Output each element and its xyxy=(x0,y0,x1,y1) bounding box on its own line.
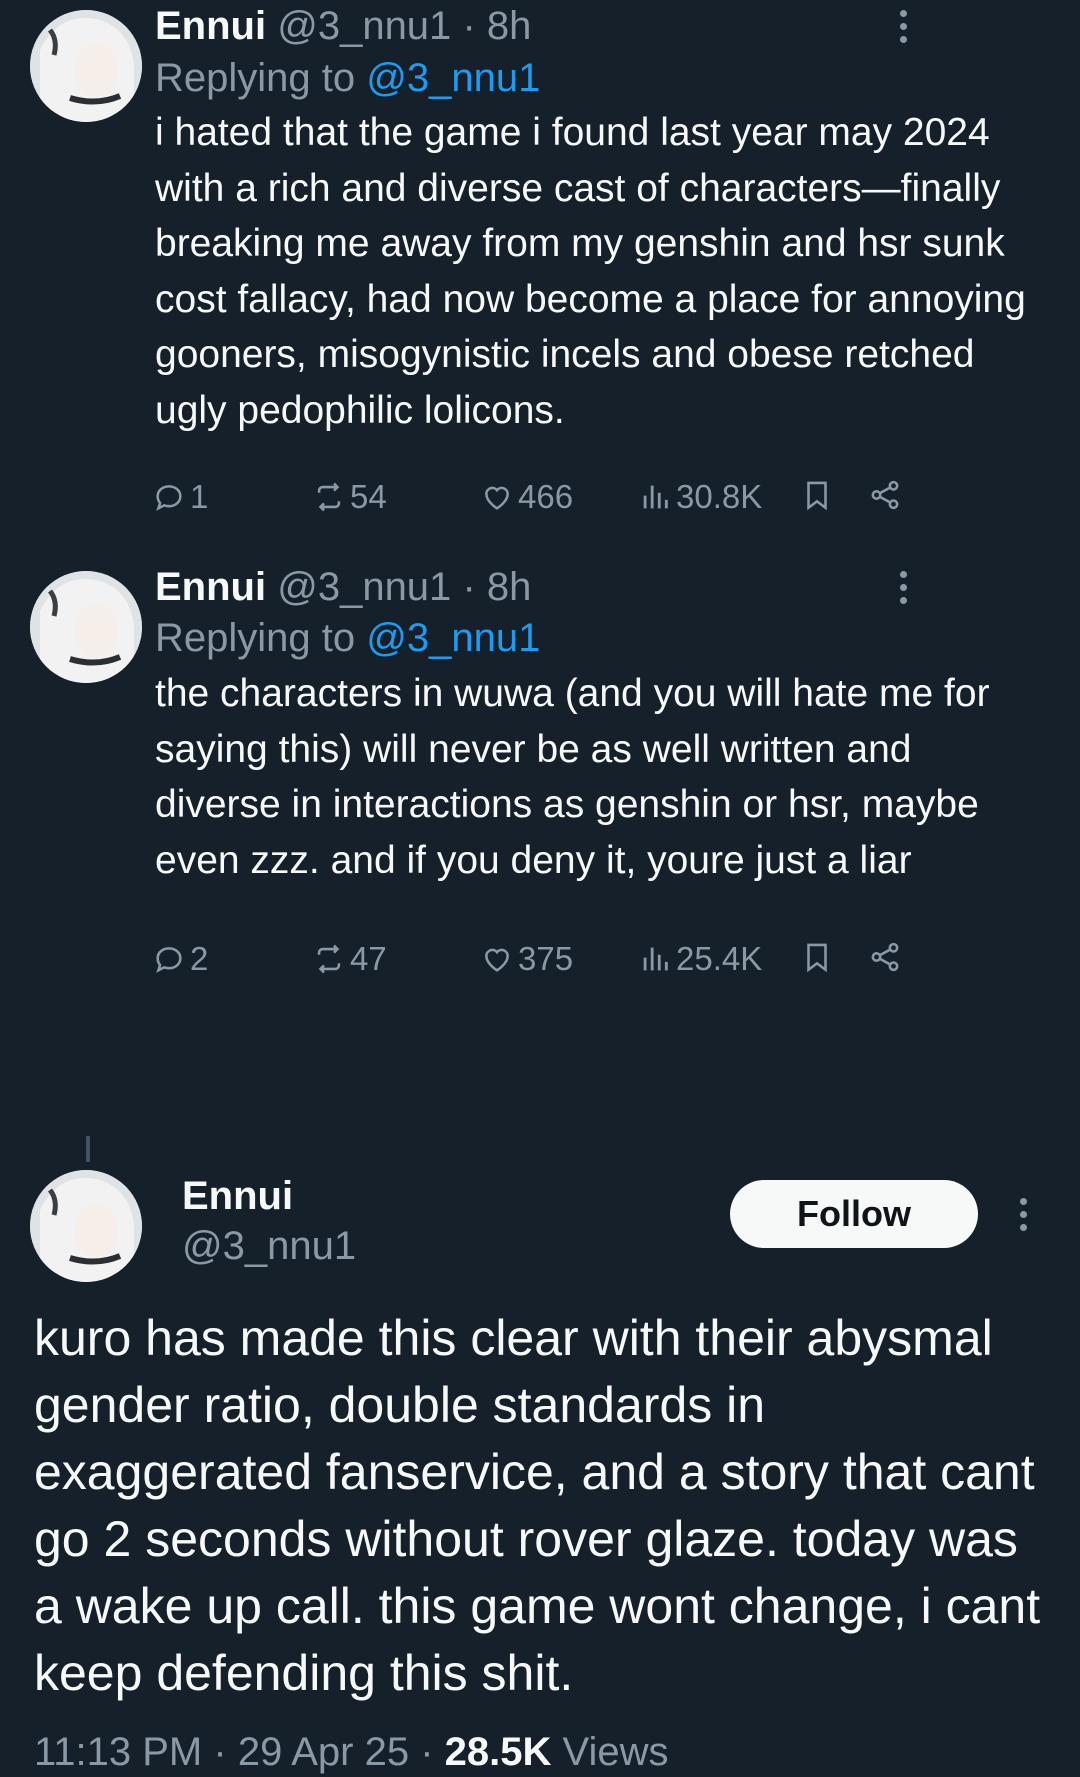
avatar[interactable] xyxy=(30,1170,142,1282)
repost-button[interactable]: 54 xyxy=(312,478,387,516)
replying-to-handle[interactable]: @3_nnu1 xyxy=(366,56,540,100)
views-button[interactable]: 25.4K xyxy=(638,940,762,978)
replying-to: Replying to @3_nnu1 xyxy=(155,56,540,101)
share-button[interactable] xyxy=(868,940,906,974)
tweet-date[interactable]: 29 Apr 25 xyxy=(238,1730,409,1774)
like-button[interactable]: 375 xyxy=(480,940,573,978)
avatar[interactable] xyxy=(30,571,142,683)
tweet-text: the characters in wuwa (and you will hat… xyxy=(155,672,990,882)
author-handle[interactable]: @3_nnu1 xyxy=(182,1224,356,1269)
views-count: 30.8K xyxy=(676,478,763,515)
analytics-icon xyxy=(643,947,668,971)
like-button[interactable]: 466 xyxy=(480,478,573,516)
replying-to-handle[interactable]: @3_nnu1 xyxy=(366,616,540,660)
replying-to-label: Replying to xyxy=(155,616,367,660)
avatar-image xyxy=(30,571,142,683)
author-handle[interactable]: @3_nnu1 xyxy=(277,565,451,609)
more-icon[interactable] xyxy=(1020,1198,1030,1237)
author-handle[interactable]: @3_nnu1 xyxy=(277,4,451,48)
tweet-time[interactable]: 11:13 PM xyxy=(34,1730,202,1774)
analytics-icon xyxy=(643,485,668,509)
repost-icon xyxy=(317,944,341,974)
tweet-meta: 11:13 PM · 29 Apr 25 · 28.5K Views xyxy=(34,1730,669,1775)
repost-count: 54 xyxy=(350,478,387,515)
reply-button[interactable]: 2 xyxy=(152,940,208,978)
heart-icon xyxy=(485,948,509,972)
repost-icon xyxy=(317,482,341,512)
author-name[interactable]: Ennui xyxy=(182,1174,293,1219)
repost-count: 47 xyxy=(350,940,387,977)
separator-dot: · xyxy=(462,4,476,48)
share-icon xyxy=(871,480,899,510)
more-icon[interactable] xyxy=(900,10,910,49)
reply-count: 1 xyxy=(190,478,209,515)
avatar-image xyxy=(30,1170,142,1282)
repost-button[interactable]: 47 xyxy=(312,940,387,978)
like-count: 466 xyxy=(518,478,574,515)
bookmark-icon xyxy=(807,481,827,511)
separator-dot: · xyxy=(462,565,476,609)
timestamp[interactable]: 8h xyxy=(487,565,532,609)
reply-count: 2 xyxy=(190,940,209,977)
reply-icon xyxy=(156,947,182,973)
avatar-image xyxy=(30,10,142,122)
views-label: Views xyxy=(562,1730,669,1774)
more-icon[interactable] xyxy=(900,571,910,610)
tweet-text: kuro has made this clear with their abys… xyxy=(34,1310,1041,1701)
author-name[interactable]: Ennui xyxy=(155,4,266,48)
like-count: 375 xyxy=(518,940,574,977)
separator-dot: · xyxy=(213,1730,227,1774)
follow-button[interactable]: Follow xyxy=(730,1180,978,1248)
views-count: 28.5K xyxy=(444,1730,552,1774)
share-icon xyxy=(871,942,899,972)
thread-connector xyxy=(86,1136,90,1162)
heart-icon xyxy=(485,486,509,510)
reply-button[interactable]: 1 xyxy=(152,478,208,516)
bookmark-icon xyxy=(807,943,827,973)
views-button[interactable]: 30.8K xyxy=(638,478,762,516)
share-button[interactable] xyxy=(868,478,906,512)
separator-dot: · xyxy=(420,1730,434,1774)
avatar[interactable] xyxy=(30,10,142,122)
replying-to: Replying to @3_nnu1 xyxy=(155,616,540,661)
bookmark-button[interactable] xyxy=(800,940,838,974)
tweet-text: i hated that the game i found last year … xyxy=(155,111,1026,432)
timestamp[interactable]: 8h xyxy=(487,4,532,48)
bookmark-button[interactable] xyxy=(800,478,838,512)
reply-icon xyxy=(156,485,182,511)
author-name[interactable]: Ennui xyxy=(155,565,266,609)
replying-to-label: Replying to xyxy=(155,56,367,100)
views-count: 25.4K xyxy=(676,940,763,977)
